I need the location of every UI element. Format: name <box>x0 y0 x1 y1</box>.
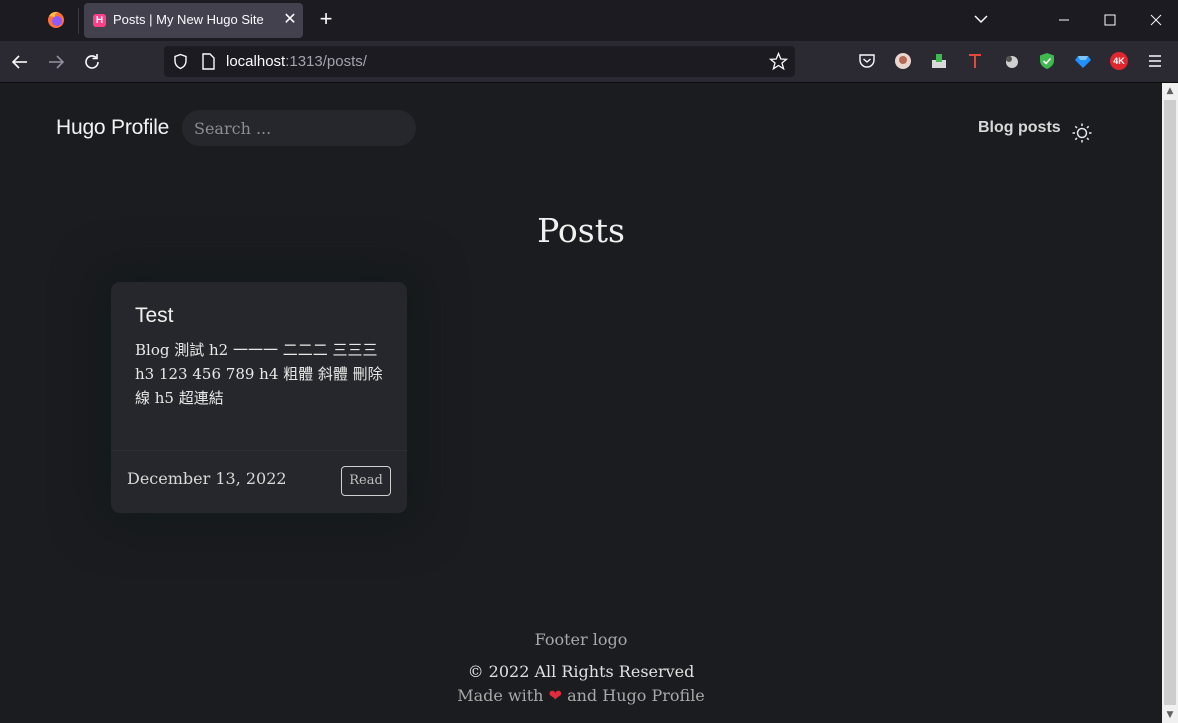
heart-icon: ❤ <box>548 686 562 705</box>
pocket-icon[interactable] <box>858 52 876 70</box>
tab-list-chevron-icon[interactable] <box>966 6 996 34</box>
browser-toolbar: localhost:1313/posts/ 4K <box>0 41 1178 83</box>
scrollbar-thumb[interactable] <box>1164 100 1176 705</box>
post-excerpt: Blog 測試 h2 一一一 二二二 三三三 h3 123 456 789 h4… <box>135 341 383 407</box>
sun-theme-toggle-icon[interactable] <box>1071 122 1093 144</box>
page-icon[interactable] <box>201 53 216 70</box>
made-with-prefix: Made with <box>457 686 544 705</box>
site-brand-link[interactable]: Hugo Profile <box>56 116 169 140</box>
made-with-suffix: and Hugo Profile <box>567 686 705 705</box>
hugo-favicon-icon: H <box>93 14 106 27</box>
page-viewport: Hugo Profile Blog posts Posts Test Blog … <box>0 83 1162 723</box>
minimize-icon[interactable] <box>1049 6 1079 34</box>
tab-title: Posts | My New Hugo Site <box>113 12 264 27</box>
t-extension-icon[interactable] <box>966 52 984 70</box>
card-divider <box>111 450 407 451</box>
scroll-down-arrow-icon[interactable]: ▼ <box>1162 707 1178 723</box>
page-scrollbar[interactable]: ▲ ▼ <box>1162 83 1178 723</box>
footer-made-with: Made with ❤ and Hugo Profile <box>0 686 1162 705</box>
nav-blog-posts-link[interactable]: Blog posts <box>978 119 1061 137</box>
shield-tracking-icon[interactable] <box>172 53 189 70</box>
4k-extension-icon[interactable]: 4K <box>1110 52 1128 70</box>
url-host: localhost <box>226 53 286 70</box>
scroll-up-arrow-icon[interactable]: ▲ <box>1162 83 1178 99</box>
reload-icon[interactable] <box>81 51 103 73</box>
window-close-icon[interactable] <box>1141 6 1171 34</box>
address-bar[interactable]: localhost:1313/posts/ <box>164 46 795 77</box>
tab-strip: H Posts | My New Hugo Site ✕ + <box>0 0 1178 41</box>
read-button[interactable]: Read <box>341 466 391 496</box>
ghost-extension-icon[interactable] <box>1002 52 1020 70</box>
active-tab[interactable]: H Posts | My New Hugo Site ✕ <box>84 3 303 38</box>
shield-extension-icon[interactable] <box>1038 52 1056 70</box>
download-extension-icon[interactable] <box>930 52 948 70</box>
url-text[interactable]: localhost:1313/posts/ <box>226 53 367 70</box>
url-path: :1313/posts/ <box>285 53 367 70</box>
menu-hamburger-icon[interactable] <box>1146 52 1164 70</box>
page-title: Posts <box>537 211 625 250</box>
tab-separator <box>78 8 79 34</box>
4k-extension-label: 4K <box>1110 52 1128 70</box>
footer-copyright: © 2022 All Rights Reserved <box>467 662 695 681</box>
maximize-icon[interactable] <box>1095 6 1125 34</box>
forward-arrow-icon[interactable] <box>45 51 67 73</box>
post-date: December 13, 2022 <box>127 469 287 488</box>
avatar-extension-icon[interactable] <box>894 52 912 70</box>
back-arrow-icon[interactable] <box>9 51 31 73</box>
gem-extension-icon[interactable] <box>1074 52 1092 70</box>
footer-logo: Footer logo <box>534 630 628 649</box>
firefox-icon[interactable] <box>46 10 66 30</box>
search-input[interactable] <box>182 110 416 146</box>
bookmark-star-icon[interactable] <box>769 52 788 71</box>
tab-close-icon[interactable]: ✕ <box>280 9 300 29</box>
new-tab-icon[interactable]: + <box>314 8 338 32</box>
post-card[interactable]: Test Blog 測試 h2 一一一 二二二 三三三 h3 123 456 7… <box>111 282 407 513</box>
post-title-link[interactable]: Test <box>135 304 174 328</box>
